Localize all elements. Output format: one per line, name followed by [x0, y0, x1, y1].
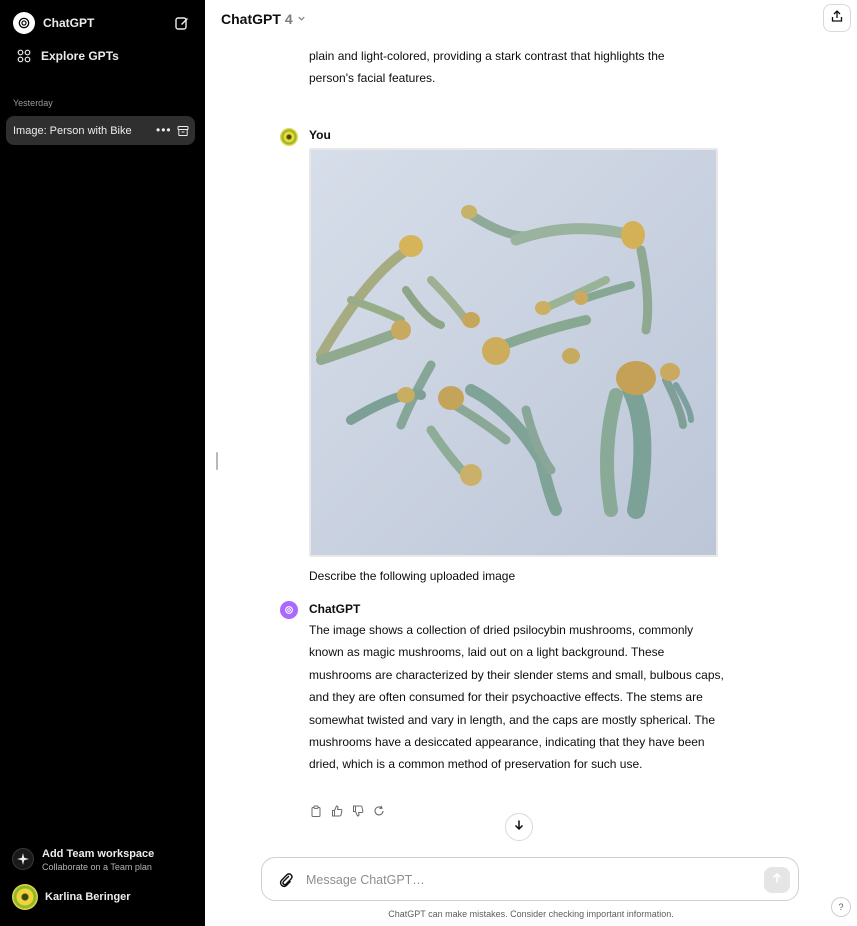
assistant-author: ChatGPT	[309, 602, 361, 616]
user-name: Karlina Beringer	[45, 891, 131, 903]
app-name: ChatGPT	[43, 16, 95, 30]
model-selector[interactable]: ChatGPT 4	[221, 11, 306, 27]
user-author: You	[309, 128, 331, 142]
scroll-to-bottom-button[interactable]	[505, 813, 533, 841]
sparkle-icon	[12, 848, 34, 870]
disclaimer: ChatGPT can make mistakes. Consider chec…	[388, 909, 674, 919]
sidebar: ChatGPT Explore GPTs Yesterday Image: Pe…	[0, 0, 205, 926]
message-input[interactable]	[306, 868, 746, 892]
send-button[interactable]	[764, 867, 790, 893]
sidebar-resize-handle[interactable]	[216, 452, 218, 470]
chatgpt-avatar	[280, 601, 298, 619]
message-actions	[309, 804, 386, 818]
copy-icon[interactable]	[309, 804, 323, 818]
new-chat-icon[interactable]	[174, 15, 190, 31]
uploaded-image[interactable]	[309, 148, 718, 557]
message-composer	[261, 857, 799, 901]
share-button[interactable]	[823, 4, 851, 32]
explore-gpts-label: Explore GPTs	[41, 49, 119, 63]
arrow-down-icon	[513, 818, 525, 836]
sidebar-home[interactable]: ChatGPT	[6, 6, 195, 40]
share-icon	[831, 9, 843, 27]
archive-icon[interactable]	[177, 124, 189, 136]
assistant-message: The image shows a collection of dried ps…	[309, 623, 724, 772]
add-team-workspace[interactable]: Add Team workspace Collaborate on a Team…	[12, 848, 154, 874]
paperclip-icon[interactable]	[278, 871, 294, 889]
model-version: 4	[284, 11, 293, 27]
previous-assistant-text: plain and light-colored, providing a sta…	[309, 49, 665, 85]
sidebar-item-explore-gpts[interactable]: Explore GPTs	[6, 39, 195, 73]
mushrooms-image	[311, 150, 716, 555]
arrow-up-icon	[771, 871, 783, 889]
user-menu[interactable]: Karlina Beringer	[12, 884, 131, 910]
user-message: Describe the following uploaded image	[309, 569, 516, 583]
section-heading: Yesterday	[13, 98, 53, 108]
user-avatar	[280, 128, 298, 146]
conversation-item[interactable]: Image: Person with Bike •••	[6, 116, 195, 145]
help-button[interactable]: ?	[831, 897, 851, 917]
team-subtitle: Collaborate on a Team plan	[42, 862, 152, 872]
conversation-title: Image: Person with Bike	[13, 124, 132, 137]
chatgpt-logo-icon	[13, 12, 35, 34]
team-title: Add Team workspace	[42, 848, 155, 860]
more-options-icon[interactable]: •••	[156, 124, 172, 136]
chevron-down-icon	[297, 14, 306, 25]
thumbs-down-icon[interactable]	[351, 804, 365, 818]
regenerate-icon[interactable]	[372, 804, 386, 818]
avatar	[12, 884, 38, 910]
model-name: ChatGPT	[221, 11, 281, 27]
grid-icon	[17, 49, 31, 63]
thumbs-up-icon[interactable]	[330, 804, 344, 818]
